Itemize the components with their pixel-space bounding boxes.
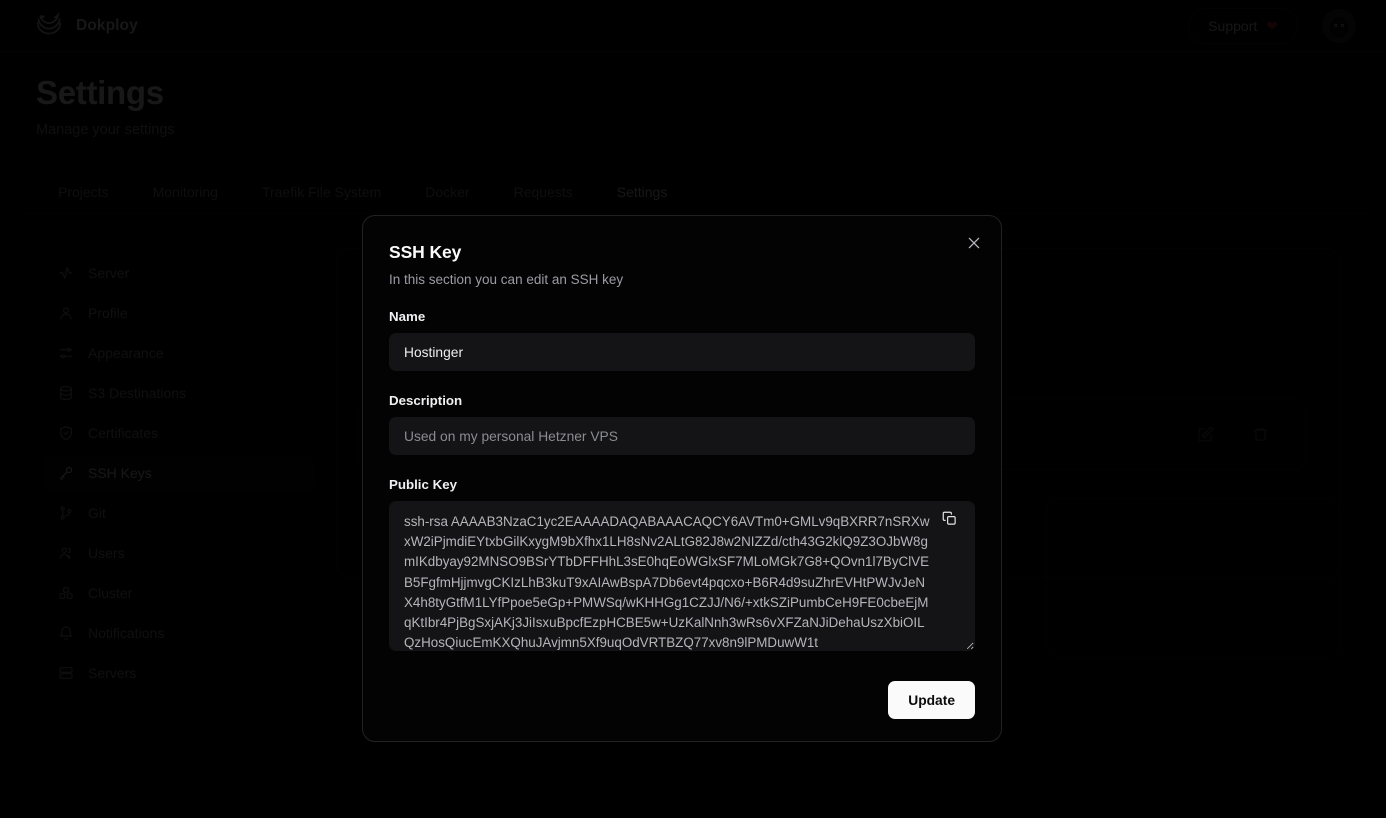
- copy-icon[interactable]: [940, 509, 959, 528]
- ssh-key-modal: SSH Key In this section you can edit an …: [362, 215, 1002, 742]
- description-input[interactable]: [389, 417, 975, 455]
- name-input[interactable]: [389, 333, 975, 371]
- name-label: Name: [389, 309, 426, 324]
- description-label: Description: [389, 393, 463, 408]
- close-icon[interactable]: [961, 230, 987, 256]
- public-key-textarea[interactable]: [389, 501, 975, 651]
- modal-description: In this section you can edit an SSH key: [389, 272, 624, 287]
- public-key-wrapper: [389, 501, 975, 651]
- update-button[interactable]: Update: [888, 681, 975, 719]
- app-root: Dokploy Support ❤: [0, 0, 1386, 818]
- description-field-group: Description: [389, 393, 975, 455]
- public-key-label: Public Key: [389, 477, 457, 492]
- public-key-field-group: Public Key: [389, 477, 975, 651]
- modal-title: SSH Key: [389, 242, 462, 262]
- name-field-group: Name: [389, 309, 975, 371]
- modal-footer: Update: [389, 681, 975, 719]
